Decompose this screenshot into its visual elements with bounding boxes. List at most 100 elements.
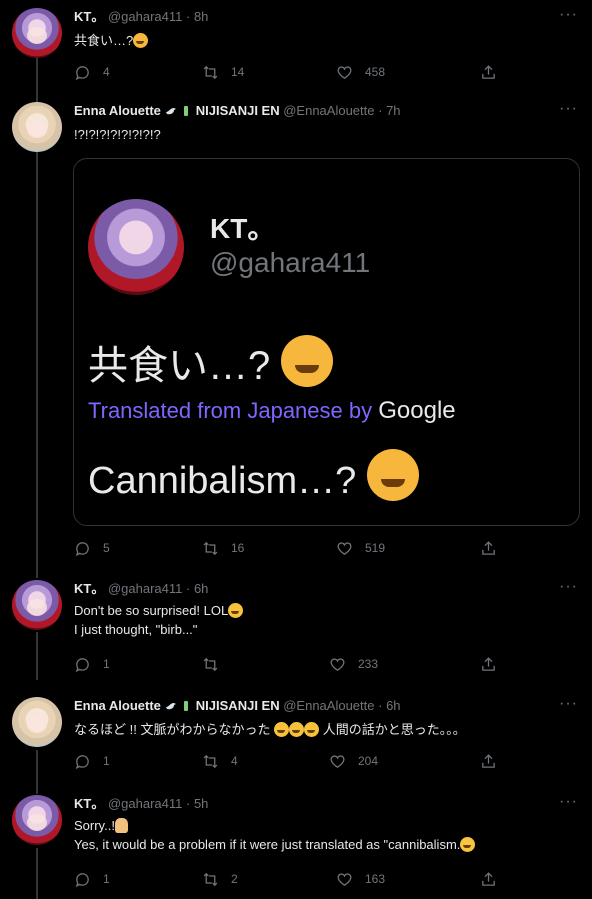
tweet-actions: 1 233	[74, 654, 504, 674]
retweet-icon	[203, 754, 218, 768]
rofl-emoji	[304, 722, 320, 737]
share-button[interactable]	[480, 62, 497, 82]
reply-button[interactable]: 1	[74, 654, 110, 674]
retweet-button[interactable]: 14	[202, 62, 244, 82]
retweet-icon	[203, 657, 218, 671]
thinking-face-emoji	[366, 449, 419, 501]
retweet-count: 4	[231, 754, 238, 768]
tweet-actions: 1 2 163	[74, 869, 504, 889]
reply-count: 4	[103, 65, 110, 79]
tweet-text: Sorry..! Yes, it would be a problem if i…	[74, 816, 476, 854]
share-button[interactable]	[480, 869, 497, 889]
like-button[interactable]: 163	[336, 869, 385, 889]
retweet-count: 2	[231, 872, 238, 886]
avatar[interactable]	[12, 580, 62, 630]
share-icon	[482, 871, 495, 886]
reply-count: 1	[103, 872, 110, 886]
user-handle[interactable]: @gahara411	[108, 581, 182, 596]
retweet-count: 14	[231, 65, 245, 79]
timestamp[interactable]: · 5h	[186, 796, 208, 811]
heart-icon	[330, 754, 345, 768]
tweet-text: なるほど !! 文脈がわからなかった 人間の話かと思った。。。	[74, 722, 466, 737]
share-icon	[482, 656, 495, 671]
affiliation: NIJISANJI EN	[195, 103, 280, 118]
like-button[interactable]: 233	[329, 654, 378, 674]
bird-icon	[165, 108, 176, 115]
heart-icon	[337, 872, 352, 886]
display-name[interactable]: Enna Alouette	[74, 103, 161, 118]
tweet-header: KT。 @gahara411 · 8h	[74, 8, 208, 26]
tweet-header: Enna Alouette NIJISANJI EN @EnnaAlouette…	[74, 102, 401, 120]
user-handle[interactable]: @gahara411	[108, 796, 182, 811]
more-icon[interactable]: ···	[559, 696, 578, 712]
retweet-icon	[203, 541, 218, 555]
tweet[interactable]: KT。 @gahara411 · 6h ··· Don't be so surp…	[0, 579, 592, 680]
timestamp[interactable]: · 6h	[186, 581, 208, 596]
like-button[interactable]: 204	[329, 751, 378, 771]
reply-button[interactable]: 1	[74, 869, 110, 889]
share-button[interactable]	[480, 654, 497, 674]
more-icon[interactable]: ···	[559, 794, 578, 810]
retweet-button[interactable]	[202, 654, 231, 674]
tweet-header: KT。 @gahara411 · 6h	[74, 580, 208, 598]
pen-icon	[184, 701, 189, 711]
like-count: 204	[358, 754, 379, 768]
tweet[interactable]: KT。 @gahara411 · 5h ··· Sorry..! Yes, it…	[0, 794, 592, 895]
folded-hands-emoji	[114, 818, 128, 833]
user-handle[interactable]: @EnnaAlouette	[283, 698, 374, 713]
retweet-button[interactable]: 16	[202, 538, 244, 558]
tweet-actions: 1 4 204	[74, 751, 504, 771]
tweet-text: 共食い…?	[74, 31, 149, 50]
reply-button[interactable]: 5	[74, 538, 110, 558]
embedded-original-text: 共食い…?	[88, 333, 334, 391]
tweet-actions: 5 16 519	[74, 538, 504, 558]
more-icon[interactable]: ···	[559, 579, 578, 595]
display-name[interactable]: Enna Alouette	[74, 698, 161, 713]
display-name[interactable]: KT。	[74, 581, 104, 596]
share-button[interactable]	[480, 751, 497, 771]
share-icon	[482, 540, 495, 555]
avatar[interactable]	[12, 795, 62, 845]
retweet-button[interactable]: 2	[202, 869, 238, 889]
more-icon[interactable]: ···	[559, 101, 578, 117]
user-handle[interactable]: @EnnaAlouette	[283, 103, 374, 118]
heart-icon	[330, 657, 345, 671]
grinning-sweat-emoji	[460, 837, 476, 852]
embedded-image[interactable]: KT。 @gahara411 共食い…? Translated from Jap…	[73, 158, 580, 526]
like-count: 163	[365, 872, 386, 886]
avatar[interactable]	[12, 8, 62, 58]
reply-count: 5	[103, 541, 110, 555]
retweet-button[interactable]: 4	[202, 751, 238, 771]
reply-count: 1	[103, 657, 110, 671]
thinking-face-emoji	[281, 335, 334, 387]
reply-button[interactable]: 4	[74, 62, 110, 82]
reply-icon	[75, 657, 89, 672]
affiliation: NIJISANJI EN	[195, 698, 280, 713]
reply-icon	[75, 754, 89, 769]
like-button[interactable]: 519	[336, 538, 385, 558]
tweet-header: KT。 @gahara411 · 5h	[74, 795, 208, 813]
avatar[interactable]	[12, 697, 62, 747]
avatar[interactable]	[12, 102, 62, 152]
share-button[interactable]	[480, 538, 497, 558]
display-name[interactable]: KT。	[74, 796, 104, 811]
share-icon	[482, 64, 495, 79]
user-handle[interactable]: @gahara411	[108, 9, 182, 24]
reply-icon	[75, 872, 89, 887]
tweet[interactable]: Enna Alouette NIJISANJI EN @EnnaAlouette…	[0, 696, 592, 777]
timestamp[interactable]: · 8h	[186, 9, 208, 24]
like-count: 519	[365, 541, 386, 555]
reply-button[interactable]: 1	[74, 751, 110, 771]
tweet[interactable]: KT。 @gahara411 · 8h ··· 共食い…? 4 14 458	[0, 7, 592, 88]
bird-icon	[165, 703, 176, 710]
rofl-emoji	[274, 722, 290, 737]
display-name[interactable]: KT。	[74, 9, 104, 24]
rofl-emoji	[289, 722, 305, 737]
more-icon[interactable]: ···	[559, 7, 578, 23]
like-button[interactable]: 458	[336, 62, 385, 82]
embedded-translation: Cannibalism…?	[88, 449, 419, 503]
heart-icon	[337, 541, 352, 555]
timestamp[interactable]: · 7h	[378, 103, 400, 118]
timestamp[interactable]: · 6h	[378, 698, 400, 713]
pen-icon	[184, 106, 189, 116]
